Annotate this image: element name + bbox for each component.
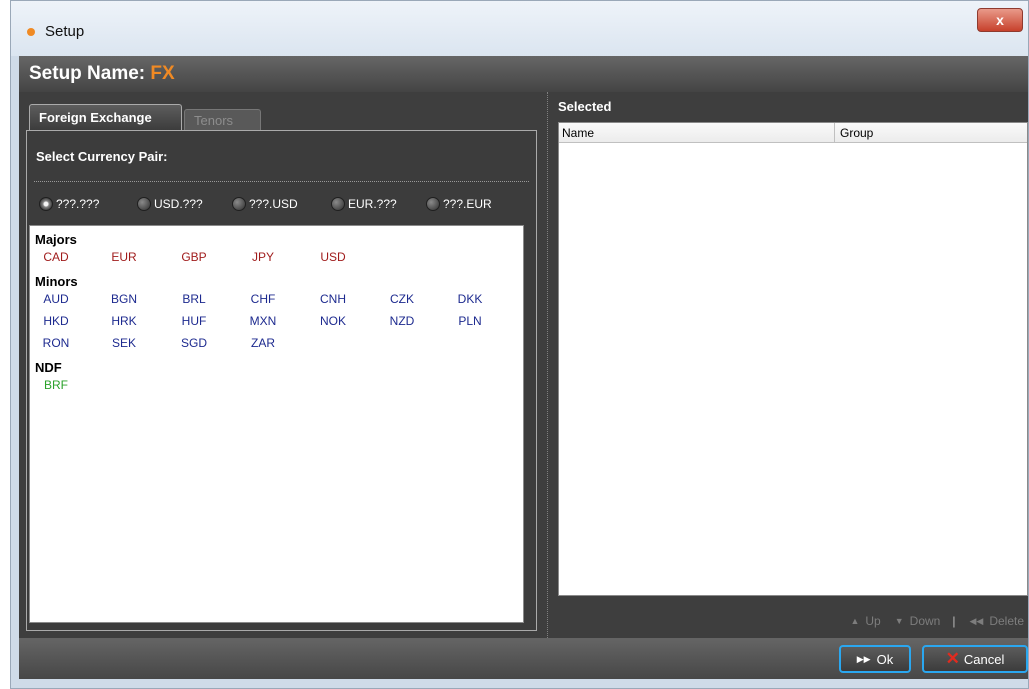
group-label-majors: Majors	[35, 232, 77, 247]
dialog-footer: ▶▶ Ok ✕ Cancel	[19, 638, 1028, 679]
currency-zar[interactable]: ZAR	[243, 336, 283, 350]
column-name-header[interactable]: Name	[562, 126, 594, 140]
delete-button[interactable]: ◀◀ Delete	[969, 614, 1024, 628]
radio-any-any[interactable]: ???.???	[39, 197, 99, 211]
main-area: Foreign Exchange Tenors Select Currency …	[19, 92, 1028, 638]
grid-actions: ▲ Up ▼ Down | ◀◀ Delete	[836, 614, 1024, 628]
currency-eur[interactable]: EUR	[104, 250, 144, 264]
radio-label: ???.USD	[249, 197, 298, 211]
currency-sgd[interactable]: SGD	[174, 336, 214, 350]
currency-czk[interactable]: CZK	[382, 292, 422, 306]
column-group-header[interactable]: Group	[840, 126, 873, 140]
selected-heading: Selected	[558, 99, 612, 114]
select-currency-pair-label: Select Currency Pair:	[36, 149, 168, 164]
radio-label: USD.???	[154, 197, 203, 211]
currency-aud[interactable]: AUD	[36, 292, 76, 306]
currency-list: Majors CAD EUR GBP JPY USD Minors AUD BGN BRL CHF C…	[29, 225, 524, 623]
move-down-button[interactable]: ▼ Down	[895, 614, 941, 628]
currency-nzd[interactable]: NZD	[382, 314, 422, 328]
radio-label: ???.EUR	[443, 197, 492, 211]
cancel-label: Cancel	[963, 651, 1005, 667]
radio-icon	[331, 197, 345, 211]
currency-dkk[interactable]: DKK	[450, 292, 490, 306]
currency-usd[interactable]: USD	[313, 250, 353, 264]
currency-huf[interactable]: HUF	[174, 314, 214, 328]
currency-gbp[interactable]: GBP	[174, 250, 214, 264]
group-label-minors: Minors	[35, 274, 78, 289]
tab-foreign-exchange[interactable]: Foreign Exchange	[29, 104, 182, 130]
ok-button[interactable]: ▶▶ Ok	[839, 645, 911, 673]
setup-name-heading: Setup Name: FX	[29, 63, 175, 85]
currency-jpy[interactable]: JPY	[243, 250, 283, 264]
ok-label: Ok	[876, 651, 894, 667]
radio-usd-any[interactable]: USD.???	[137, 197, 203, 211]
radio-selected-icon	[39, 197, 53, 211]
setup-window: Setup x Setup Name: FX Foreign Exchange …	[10, 0, 1029, 689]
radio-icon	[426, 197, 440, 211]
setup-header: Setup Name: FX	[19, 56, 1028, 92]
title-bar: Setup x	[11, 1, 1028, 56]
currency-brl[interactable]: BRL	[174, 292, 214, 306]
close-button[interactable]: x	[977, 8, 1023, 32]
move-down-label: Down	[909, 614, 941, 628]
currency-mxn[interactable]: MXN	[243, 314, 283, 328]
radio-icon	[232, 197, 246, 211]
currency-sek[interactable]: SEK	[104, 336, 144, 350]
setup-name-value: FX	[150, 63, 175, 84]
move-up-label: Up	[865, 614, 881, 628]
selected-grid: Name Group	[558, 122, 1028, 596]
currency-bgn[interactable]: BGN	[104, 292, 144, 306]
radio-label: EUR.???	[348, 197, 397, 211]
currency-hrk[interactable]: HRK	[104, 314, 144, 328]
currency-cnh[interactable]: CNH	[313, 292, 353, 306]
radio-icon	[137, 197, 151, 211]
currency-chf[interactable]: CHF	[243, 292, 283, 306]
currency-pln[interactable]: PLN	[450, 314, 490, 328]
radio-any-usd[interactable]: ???.USD	[232, 197, 298, 211]
arrow-up-icon: ▲	[850, 616, 860, 626]
column-separator[interactable]	[834, 123, 835, 142]
cancel-button[interactable]: ✕ Cancel	[922, 645, 1028, 673]
currency-cad[interactable]: CAD	[36, 250, 76, 264]
double-right-arrow-icon: ▶▶	[856, 653, 871, 664]
radio-any-eur[interactable]: ???.EUR	[426, 197, 492, 211]
group-label-ndf: NDF	[35, 360, 62, 375]
divider	[34, 181, 529, 182]
grid-header: Name Group	[559, 123, 1027, 143]
delete-label: Delete	[989, 614, 1024, 628]
currency-brf[interactable]: BRF	[36, 378, 76, 392]
currency-panel: Select Currency Pair: ???.??? USD.??? ??…	[26, 130, 537, 631]
double-left-arrow-icon: ◀◀	[969, 615, 984, 626]
currency-hkd[interactable]: HKD	[36, 314, 76, 328]
radio-eur-any[interactable]: EUR.???	[331, 197, 397, 211]
setup-name-label: Setup Name:	[29, 63, 146, 84]
radio-label: ???.???	[56, 197, 100, 211]
tab-tenors[interactable]: Tenors	[184, 109, 261, 130]
currency-ron[interactable]: RON	[36, 336, 76, 350]
window-title: Setup	[45, 23, 85, 40]
cancel-x-icon: ✕	[945, 649, 960, 668]
currency-nok[interactable]: NOK	[313, 314, 353, 328]
arrow-down-icon: ▼	[894, 616, 904, 626]
selected-panel: Selected Name Group ▲ Up ▼ Down | ◀◀ Del…	[547, 92, 1028, 638]
move-up-button[interactable]: ▲ Up	[850, 614, 880, 628]
app-dot-icon	[27, 28, 35, 36]
action-separator: |	[952, 614, 956, 628]
